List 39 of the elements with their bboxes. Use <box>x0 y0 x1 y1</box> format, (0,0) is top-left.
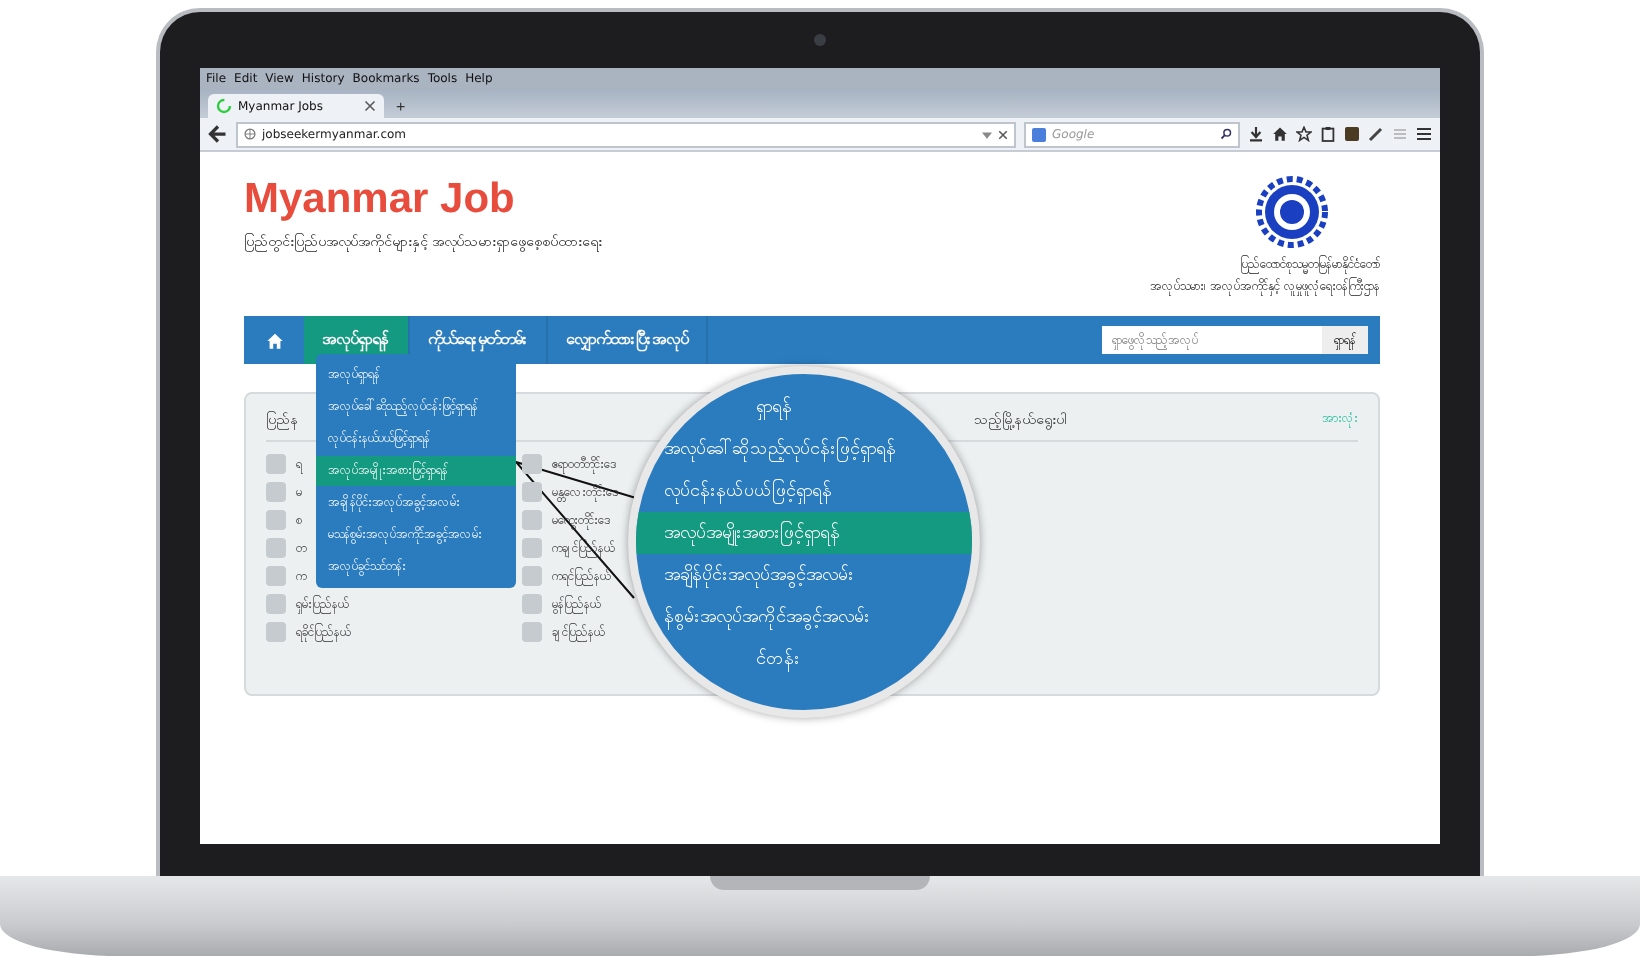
camera-dot <box>814 34 826 46</box>
menu-item[interactable]: ရှာရန် <box>756 386 800 428</box>
checkbox[interactable] <box>522 482 542 502</box>
checkbox[interactable] <box>522 510 542 530</box>
loading-icon <box>216 98 232 114</box>
checkbox[interactable] <box>522 622 542 642</box>
checkbox[interactable] <box>522 454 542 474</box>
menu-item[interactable]: အလုပ်အမျိုးအစားဖြင့်ရှာရန် <box>636 512 972 554</box>
clipboard-icon[interactable] <box>1320 126 1336 142</box>
checkbox[interactable] <box>522 538 542 558</box>
checkbox[interactable] <box>266 566 286 586</box>
checkbox[interactable] <box>266 538 286 558</box>
globe-icon <box>244 128 256 140</box>
site-title[interactable]: Myanmar Job <box>244 176 603 224</box>
close-icon[interactable] <box>364 100 376 112</box>
checkbox[interactable] <box>522 566 542 586</box>
download-icon[interactable] <box>1248 126 1264 142</box>
back-icon[interactable] <box>208 124 228 144</box>
nav-tab[interactable]: လျှောက်ထားပြီးအလုပ် <box>548 316 708 364</box>
menu-item[interactable]: လုပ်ငန်းနယ်ပယ်ဖြင့်ရှာရန် <box>664 470 840 512</box>
leader-line <box>513 460 637 599</box>
menu-item[interactable]: န်စွမ်းအလုပ်အကိုင်အခွင့်အလမ်း <box>664 596 878 638</box>
menu-item[interactable]: အချိန်ပိုင်းအလုပ်အခွင့်အလမ်း <box>664 554 862 596</box>
menu-item[interactable]: င်တန်း <box>756 638 808 680</box>
dropdown-icon[interactable] <box>982 129 992 139</box>
home-icon[interactable] <box>1272 126 1288 142</box>
checkbox[interactable] <box>266 594 286 614</box>
checkbox[interactable] <box>266 482 286 502</box>
new-tab-button[interactable]: + <box>390 98 412 118</box>
checkbox[interactable] <box>266 622 286 642</box>
checkbox[interactable] <box>522 594 542 614</box>
checkbox[interactable] <box>266 510 286 530</box>
menu-icon[interactable] <box>1416 126 1432 142</box>
search-icon[interactable] <box>1220 128 1232 140</box>
clear-icon[interactable] <box>998 129 1008 139</box>
star-icon[interactable] <box>1296 126 1312 142</box>
checkbox[interactable] <box>266 454 286 474</box>
gear-logo-icon <box>1256 176 1328 248</box>
menu-item[interactable]: အလုပ်ခေါ်ဆိုသည့်လုပ်ငန်းဖြင့်ရှာရန် <box>664 428 904 470</box>
